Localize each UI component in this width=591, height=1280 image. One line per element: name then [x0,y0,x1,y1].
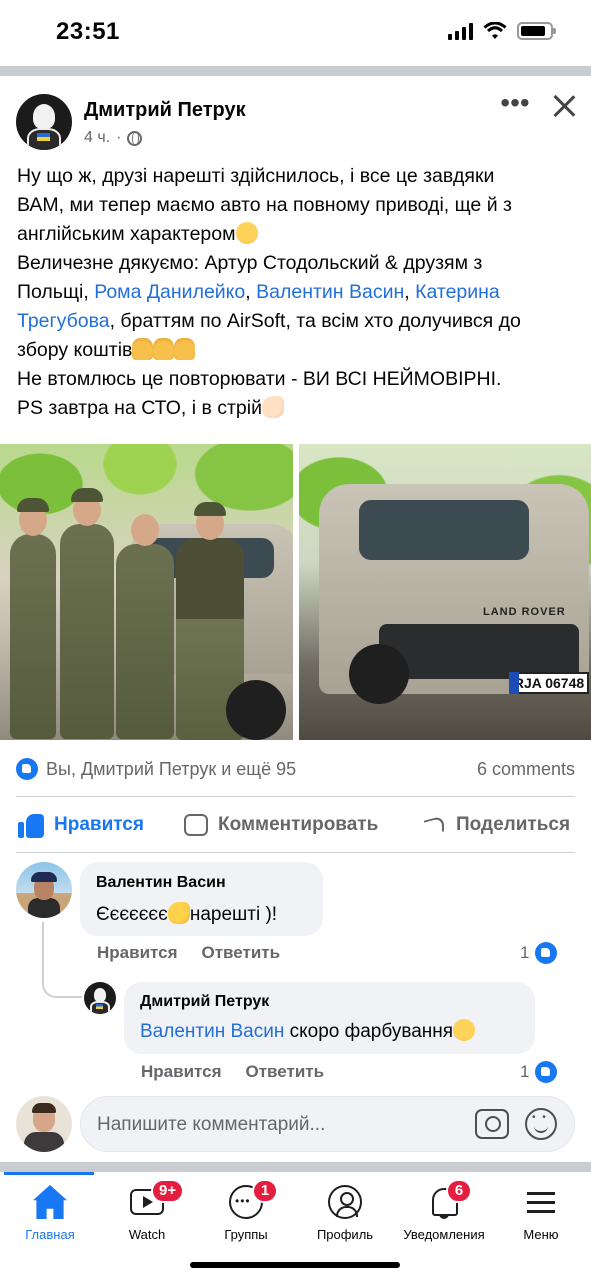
tab-notifications[interactable]: 6 Уведомления [392,1175,496,1245]
reply-thread-line [42,922,82,998]
wifi-icon [483,22,507,39]
like-button[interactable]: Нравится [18,810,144,840]
comment-like-count[interactable]: 1 [520,1061,558,1083]
my-avatar[interactable] [16,1096,72,1152]
tab-watch[interactable]: 9+ Watch [97,1175,197,1245]
mention-link[interactable]: Трегубова [17,310,110,332]
pray-emoji-icon [132,338,154,360]
car-brand-text: LAND ROVER [483,606,566,618]
comment-bubble: Дмитрий Петрук Валентин Васин скоро фарб… [124,982,535,1054]
tab-home[interactable]: Главная [0,1175,100,1245]
tab-menu[interactable]: Меню [491,1175,591,1245]
emoji-smile-icon[interactable] [525,1108,557,1140]
status-bar: 23:51 [0,0,591,66]
post-line: Ну що ж, друзі нарешті здійснилось, і вс… [17,165,495,187]
post-photo-soldiers[interactable] [0,444,293,740]
mention-link[interactable]: Валентин Васин [140,1021,284,1042]
post-line: Польщі, Рома Данилейко, Валентин Васин, … [17,281,500,303]
nav-separator [0,1162,591,1172]
home-icon [33,1185,67,1219]
tab-profile[interactable]: Профиль [295,1175,395,1245]
post-line: ВАМ, ми тепер маємо авто на повному прив… [17,194,512,216]
post-line: збору коштів [17,336,577,365]
post-time[interactable]: 4 ч. [84,129,110,147]
mention-link[interactable]: Рома Данилейко [94,281,245,303]
comment-like-count[interactable]: 1 [520,942,558,964]
pray-emoji-icon [153,338,175,360]
post-photo-land-rover[interactable]: LAND ROVER RJA 06748 [299,444,591,740]
comment-reply-button[interactable]: Ответить [246,1062,325,1082]
feed-divider [0,66,591,76]
globe-icon [127,130,143,146]
comment-bubble: Валентин Васин Єєєєєєє нарешті )! [80,862,323,936]
comments-count[interactable]: 6 comments [477,759,575,780]
close-icon[interactable] [548,90,580,122]
commenter-avatar[interactable] [84,982,116,1014]
comment-bubble-icon [184,814,208,836]
author-avatar[interactable] [16,94,72,150]
like-reaction-icon [535,942,558,964]
comment-like-button[interactable]: Нравится [141,1062,222,1082]
wink-emoji-icon [453,1019,476,1041]
comment-composer[interactable] [80,1096,575,1152]
groups-badge: 1 [252,1179,278,1203]
wink-emoji-icon [235,222,258,244]
divider [16,852,575,853]
comment-actions: Нравится Ответить [141,1062,324,1082]
comment-text: Єєєєєєє нарешті )! [96,902,278,925]
tab-groups[interactable]: 1 Группы [196,1175,296,1245]
like-reaction-icon [16,758,38,780]
clock: 23:51 [56,18,120,45]
camera-icon[interactable] [475,1109,509,1139]
home-indicator [190,1262,400,1268]
comment-like-button[interactable]: Нравится [97,943,178,963]
battery-icon [517,22,556,40]
mention-link[interactable]: Валентин Васин [256,281,404,303]
profile-icon [328,1185,362,1219]
comment-actions: Нравится Ответить [97,943,280,963]
post-text: Ну що ж, друзі нарешті здійснилось, і вс… [17,162,577,423]
mention-link[interactable]: Катерина [415,281,500,303]
like-reaction-icon [535,1061,558,1083]
share-button[interactable]: Поделиться [422,810,570,840]
post-author-name[interactable]: Дмитрий Петрук [84,99,246,122]
meta-separator: · [116,129,122,146]
post-line: Не втомлюсь це повторювати - ВИ ВСІ НЕЙМ… [17,368,502,390]
watch-badge: 9+ [151,1179,185,1203]
post-line: Трегубова, браттям по AirSoft, та всім х… [17,310,521,332]
share-arrow-icon [422,814,446,836]
divider [16,796,575,797]
post-line: PS завтра на СТО, і в стрій [17,394,577,423]
comment-input[interactable] [97,1111,467,1139]
hamburger-menu-icon [524,1185,558,1219]
post-line: англійським характером [17,220,577,249]
comment-author[interactable]: Дмитрий Петрук [140,993,269,1011]
comment-text: Валентин Васин скоро фарбування [140,1019,476,1043]
license-plate: RJA 06748 [509,672,589,694]
flexed-biceps-emoji-icon [261,396,284,418]
reactors-text[interactable]: Вы, Дмитрий Петрук и ещё 95 [46,759,296,780]
notifications-badge: 6 [446,1179,472,1203]
post-meta: 4 ч. · [84,129,143,147]
cellular-signal-icon [448,22,473,40]
comment-author[interactable]: Валентин Васин [96,874,226,892]
pray-emoji-icon [174,338,196,360]
thumbs-up-icon [18,812,44,838]
more-options-button[interactable]: ••• [500,89,530,122]
commenter-avatar[interactable] [16,862,72,918]
flexed-biceps-emoji-icon [167,902,190,924]
comment-reply-button[interactable]: Ответить [202,943,281,963]
post-line: Величезне дякуємо: Артур Стодольский & д… [17,252,483,274]
comment-button[interactable]: Комментировать [184,810,378,840]
reactions-summary[interactable]: Вы, Дмитрий Петрук и ещё 95 6 comments [16,758,575,782]
